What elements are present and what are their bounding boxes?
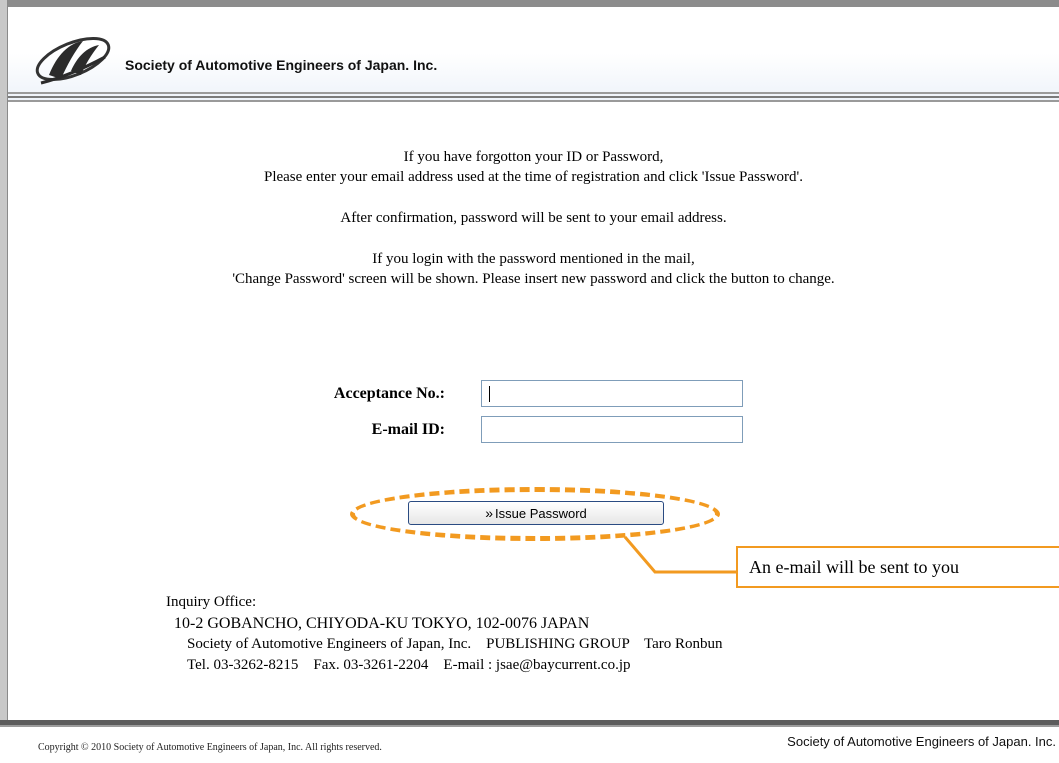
jsae-logo xyxy=(35,36,111,85)
text-caret xyxy=(489,386,490,402)
inquiry-contact: Tel. 03-3262-8215 Fax. 03-3261-2204 E-ma… xyxy=(187,657,631,673)
left-frame xyxy=(0,0,8,722)
instruction-line: 'Change Password' screen will be shown. … xyxy=(232,271,835,287)
inquiry-office: Inquiry Office: 10-2 GOBANCHO, CHIYODA-K… xyxy=(166,592,723,676)
issue-password-label: Issue Password xyxy=(495,505,587,521)
email-label: E-mail ID: xyxy=(371,421,445,438)
instruction-line: If you have forgotton your ID or Passwor… xyxy=(403,149,664,165)
instruction-line: If you login with the password mentioned… xyxy=(372,251,695,267)
double-chevron-right-icon: » xyxy=(485,505,494,521)
instruction-line: After confirmation, password will be sen… xyxy=(340,210,727,226)
page-header xyxy=(8,7,1059,100)
instruction-line: Please enter your email address used at … xyxy=(263,169,803,185)
copyright-text: Copyright © 2010 Society of Automotive E… xyxy=(38,742,382,753)
inquiry-title: Inquiry Office: xyxy=(166,594,257,610)
issue-password-button[interactable]: » Issue Password xyxy=(408,501,664,525)
acceptance-input[interactable] xyxy=(481,380,743,407)
footer-org-name: Society of Automotive Engineers of Japan… xyxy=(787,734,1056,749)
acceptance-label: Acceptance No.: xyxy=(333,385,445,402)
inquiry-address: 10-2 GOBANCHO, CHIYODA-KU TOKYO, 102-007… xyxy=(174,615,590,632)
inquiry-org: Society of Automotive Engineers of Japan… xyxy=(187,636,723,652)
footer-divider xyxy=(0,720,1059,727)
header-org-name: Society of Automotive Engineers of Japan… xyxy=(125,57,438,73)
callout-box: An e-mail will be sent to you xyxy=(736,546,1059,588)
header-divider xyxy=(8,92,1059,106)
top-border xyxy=(0,0,1059,7)
email-input[interactable] xyxy=(481,416,743,443)
instructions: If you have forgotton your ID or Passwor… xyxy=(8,147,1059,289)
